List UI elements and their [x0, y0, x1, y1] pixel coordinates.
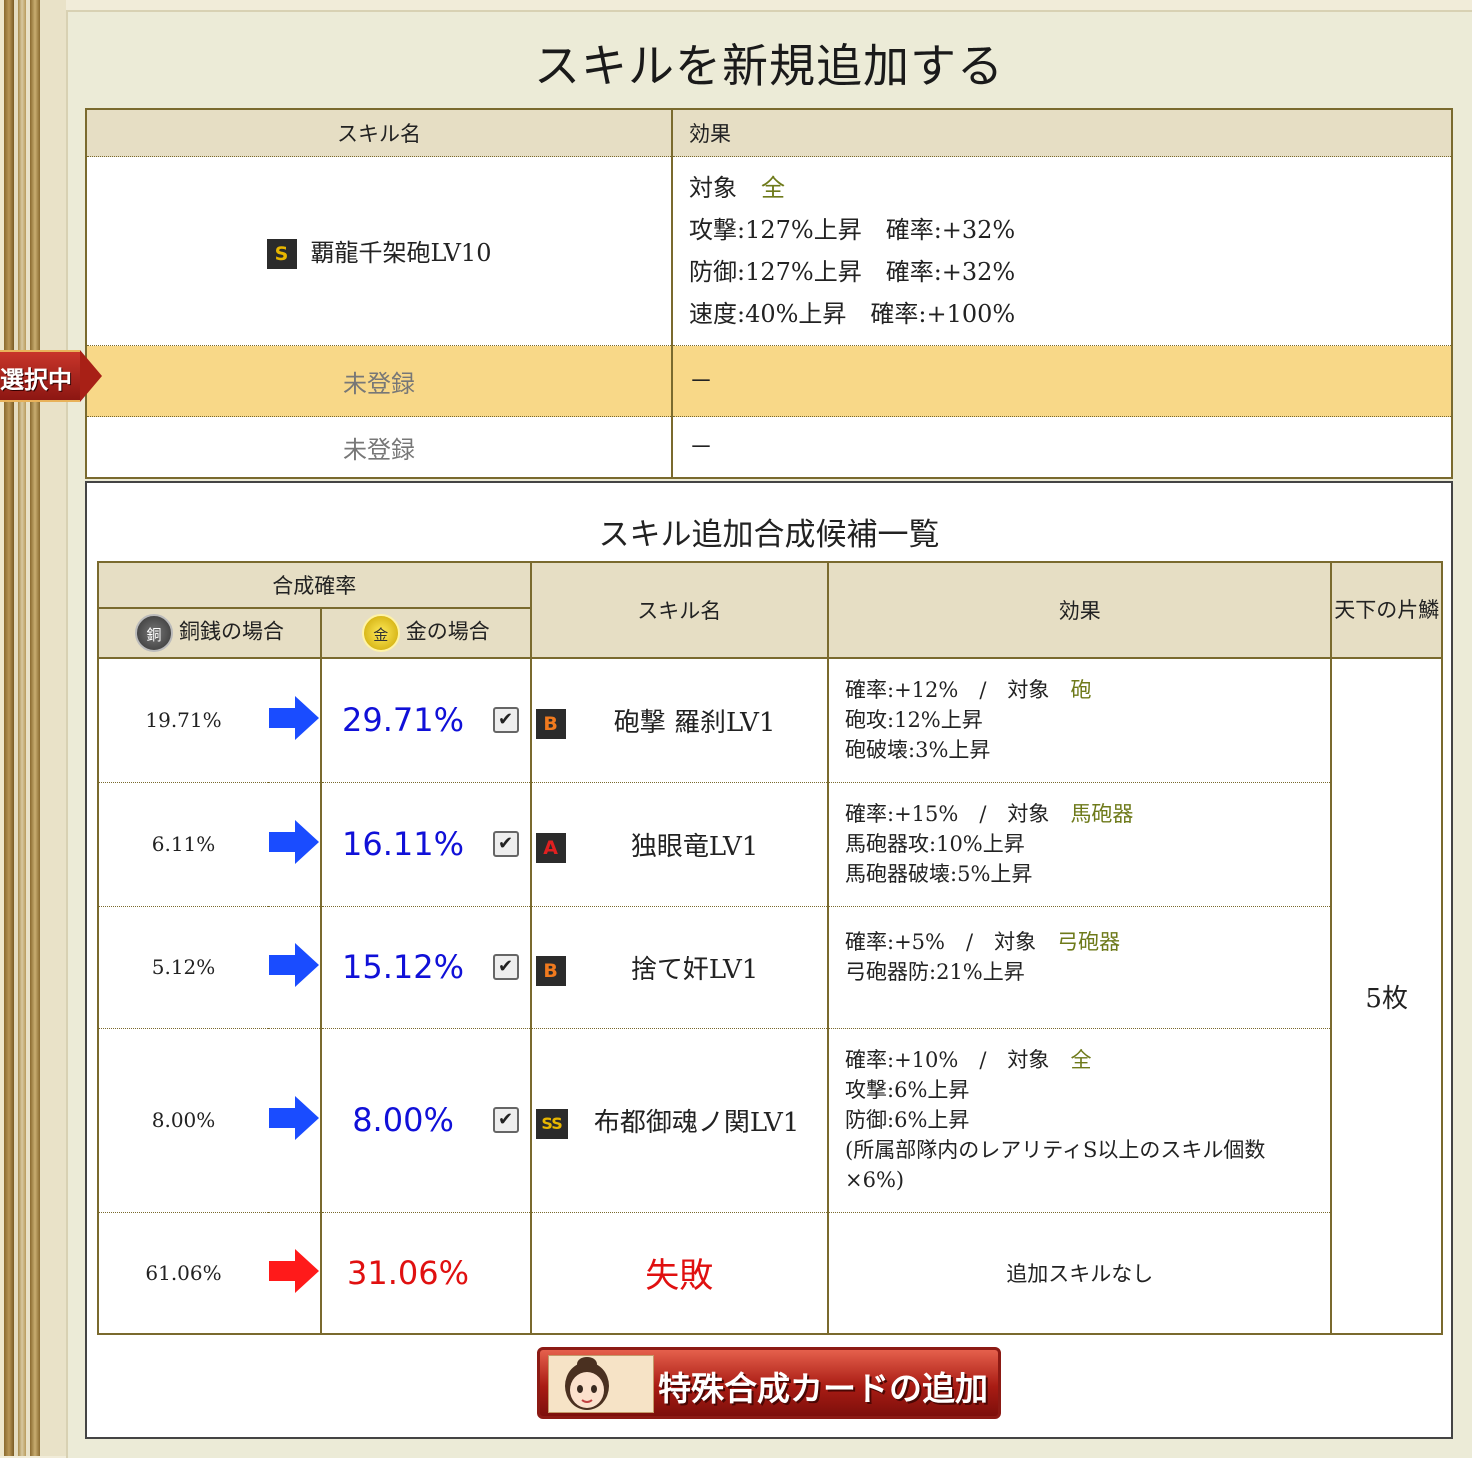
arrow-right-icon — [268, 1212, 323, 1334]
candidates-title: スキル追加合成候補一覧 — [598, 517, 940, 553]
failure-row: 61.06% 31.06% 失敗 追加スキルなし — [98, 1212, 1442, 1334]
col-skill-name: スキル名 — [529, 561, 830, 659]
tenka-count: 5枚 — [1331, 658, 1442, 1334]
effect-empty: － — [672, 416, 1453, 479]
candidate-row: 5.12% 15.12% ✔ B 捨て奸LV1 確率:+5% / 対象 弓砲器 弓砲… — [98, 906, 1442, 1029]
target-value: 弓砲器 — [1057, 929, 1121, 954]
effect-line: 馬砲器破壊:5%上昇 — [845, 862, 1033, 886]
add-special-card-button[interactable]: 特殊合成カードの追加 — [537, 1347, 1001, 1419]
character-portrait-icon — [548, 1355, 654, 1413]
checkbox[interactable]: ✔ — [492, 707, 519, 734]
col-skill-name: スキル名 — [86, 109, 673, 157]
copper-rate: 19.71% — [98, 658, 269, 783]
skill-slot-1[interactable]: S 覇龍千架砲LV10 対象 全 攻撃:127%上昇 確率:+32% 防御:127… — [86, 156, 1453, 346]
target-value: 馬砲器 — [1070, 802, 1134, 826]
target-value: 全 — [761, 174, 785, 202]
rank-ss-badge: SS — [535, 1108, 568, 1139]
target-label: 対象 — [689, 174, 737, 202]
gold-rate: 15.12% — [342, 948, 465, 986]
checkbox[interactable]: ✔ — [492, 1107, 519, 1133]
skill-slot-3[interactable]: 未登録 － — [86, 416, 1453, 479]
target-value: 砲 — [1070, 678, 1092, 703]
skill-slots-table: スキル名 効果 S 覇龍千架砲LV10 対象 全 攻撃:127%上昇 確率:+32… — [85, 108, 1453, 479]
col-effect: 効果 — [827, 561, 1333, 659]
gold-rate: 16.11% — [342, 825, 465, 863]
skill-name: 捨て奸LV1 — [630, 954, 759, 985]
target-value: 全 — [1070, 1048, 1092, 1072]
rank-s-badge: S — [266, 239, 297, 270]
candidate-row: 8.00% 8.00% ✔ SS 布都御魂ノ関LV1 確率:+10% / 対象 全 … — [98, 1028, 1442, 1213]
candidates-panel: スキル追加合成候補一覧 合成確率 スキル名 効果 天下の片鱗 銅銅銭の場合 金金… — [85, 481, 1453, 1439]
copper-coin-icon: 銅 — [135, 614, 173, 652]
effect-line: 速度:40%上昇 確率:+100% — [689, 300, 1016, 328]
candidates-table: 合成確率 スキル名 効果 天下の片鱗 銅銅銭の場合 金金の場合 19.71% 2… — [96, 561, 1443, 1335]
checkbox[interactable]: ✔ — [492, 831, 519, 857]
effect-line: 防御:6%上昇 — [845, 1108, 970, 1132]
gold-rate: 29.71% — [342, 701, 465, 740]
effect-line: 砲攻:12%上昇 — [845, 708, 983, 733]
col-tenka: 天下の片鱗 — [1330, 561, 1443, 659]
effect-line: ×6%) — [845, 1168, 905, 1192]
arrow-right-icon — [268, 782, 323, 907]
effect-line: 攻撃:127%上昇 確率:+32% — [689, 216, 1016, 244]
effect-line: 砲破壊:3%上昇 — [845, 738, 991, 763]
rank-b-badge: B — [535, 708, 566, 739]
arrow-right-icon — [268, 906, 323, 1029]
skill-slot-2-selected[interactable]: 未登録 － — [86, 345, 1453, 417]
effect-line: 防御:127%上昇 確率:+32% — [689, 258, 1016, 286]
rank-a-badge: A — [535, 832, 566, 863]
selected-tab: 選択中 — [0, 350, 104, 402]
effect-empty: － — [672, 345, 1453, 417]
candidate-row: 6.11% 16.11% ✔ A 独眼竜LV1 確率:+15% / 対象 馬砲器 馬… — [98, 782, 1442, 907]
col-copper: 銅銅銭の場合 — [96, 607, 323, 659]
candidate-row: 19.71% 29.71% ✔ B 砲撃 羅刹LV1 確率:+12% / 対象 砲 … — [98, 658, 1442, 1334]
gold-rate: 8.00% — [352, 1101, 454, 1139]
left-rail-decoration — [0, 0, 66, 1456]
fail-label: 失敗 — [530, 1212, 830, 1334]
copper-rate: 6.11% — [98, 782, 269, 907]
effect-line: 弓砲器防:21%上昇 — [845, 959, 1025, 984]
copper-rate: 5.12% — [98, 906, 269, 1029]
skill-name: 覇龍千架砲LV10 — [310, 238, 492, 267]
arrow-right-icon — [268, 1028, 323, 1213]
copper-rate: 61.06% — [98, 1212, 269, 1334]
gold-coin-icon: 金 — [361, 614, 400, 652]
checkbox[interactable]: ✔ — [492, 954, 519, 980]
effect-line: 攻撃:6%上昇 — [845, 1078, 970, 1102]
skill-name: 布都御魂ノ関LV1 — [593, 1107, 800, 1138]
unregistered-label: 未登録 — [86, 416, 673, 479]
arrow-right-icon — [268, 658, 323, 783]
col-effect: 効果 — [672, 109, 1453, 157]
skill-name: 独眼竜LV1 — [630, 831, 759, 862]
col-gold: 金金の場合 — [320, 607, 532, 659]
button-label: 特殊合成カードの追加 — [658, 1369, 988, 1408]
page-title: スキルを新規追加する — [534, 39, 1004, 93]
no-skill-label: 追加スキルなし — [828, 1212, 1333, 1334]
col-rate: 合成確率 — [97, 561, 532, 609]
rank-b-badge: B — [535, 955, 566, 986]
effect-line: (所属部隊内のレアリティS以上のスキル個数 — [845, 1138, 1266, 1162]
unregistered-label: 未登録 — [86, 345, 673, 417]
copper-rate: 8.00% — [98, 1028, 269, 1213]
skill-name: 砲撃 羅刹LV1 — [613, 707, 776, 738]
effect-line: 馬砲器攻:10%上昇 — [845, 832, 1025, 856]
gold-rate: 31.06% — [347, 1253, 470, 1292]
